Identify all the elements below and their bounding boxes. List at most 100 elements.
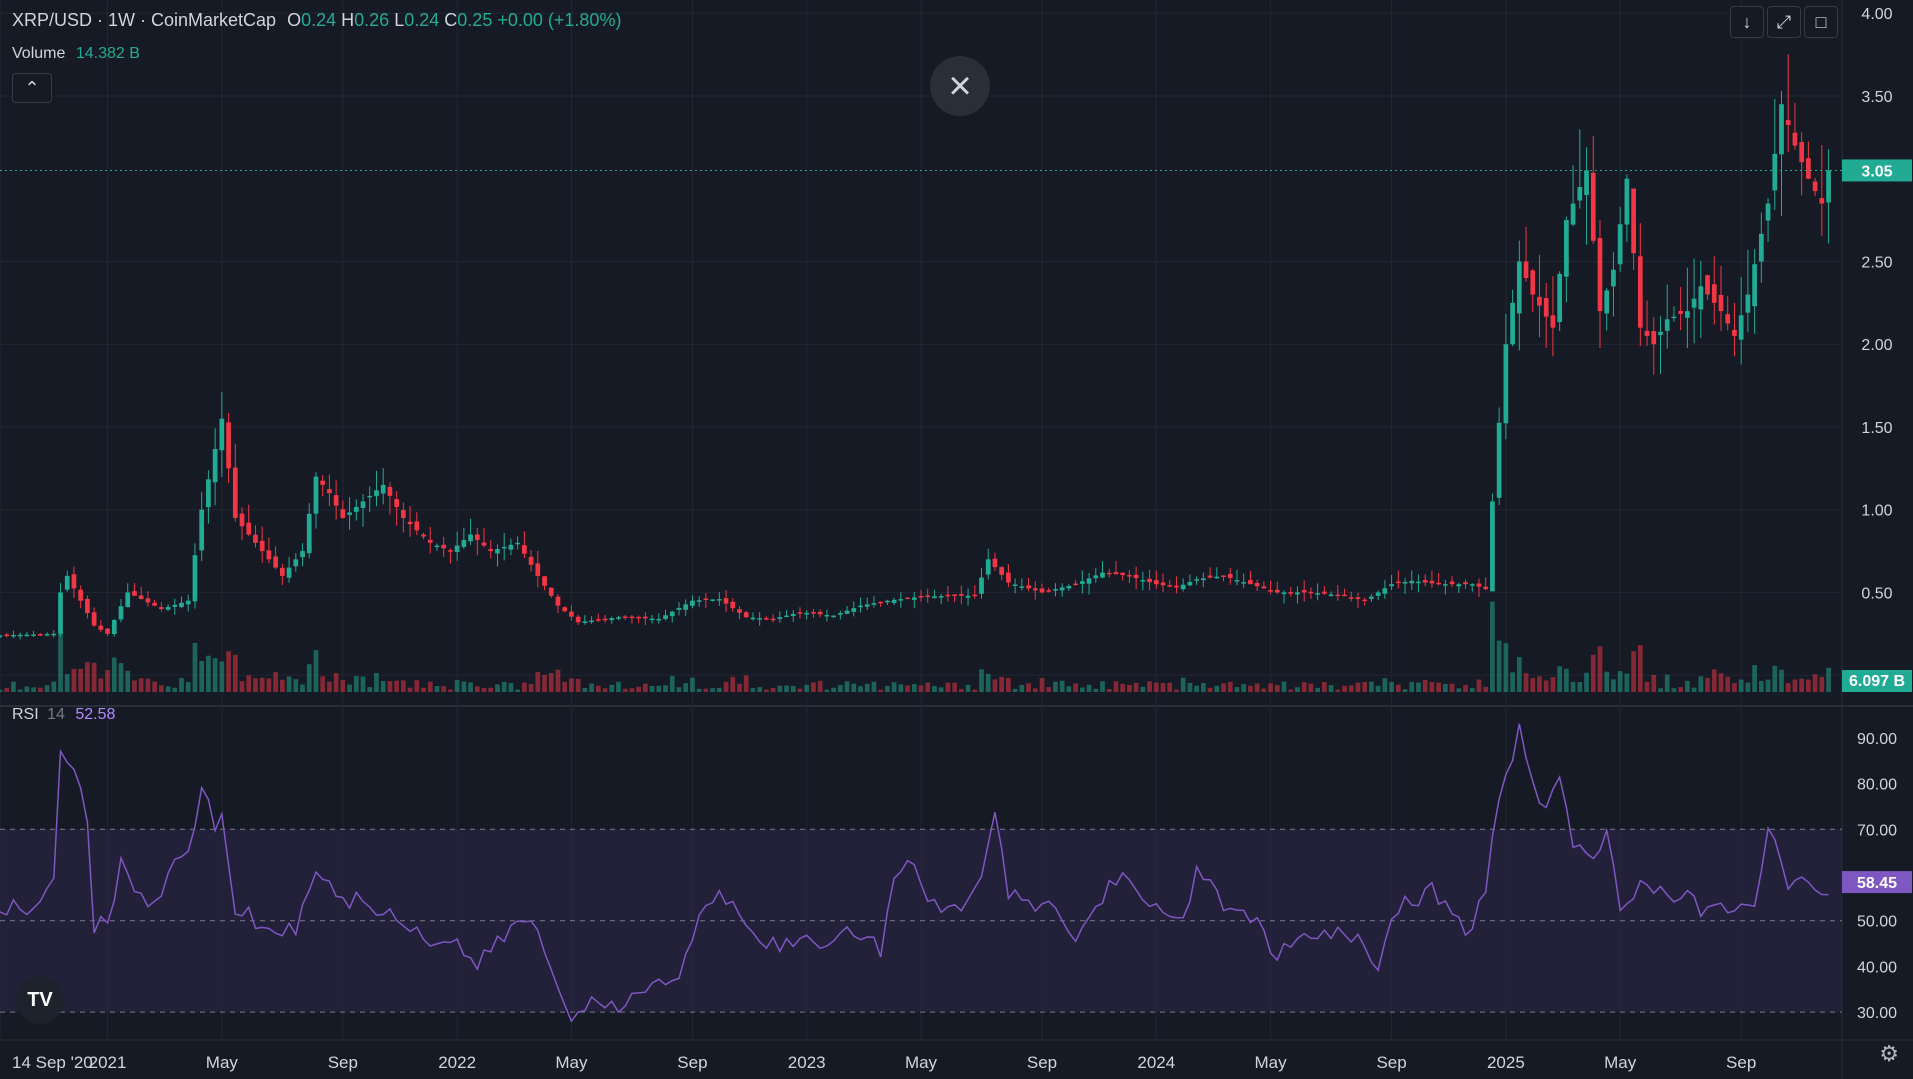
candle-body — [790, 613, 796, 616]
volume-bar — [1113, 681, 1119, 692]
volume-bar — [454, 679, 460, 692]
candle-body — [636, 616, 642, 619]
gear-icon[interactable]: ⚙ — [1879, 1041, 1899, 1067]
candle-body — [1200, 578, 1206, 581]
volume-bar — [1637, 645, 1643, 692]
volume-bar — [327, 681, 332, 692]
volume-bar — [24, 686, 30, 692]
volume-bar — [837, 684, 843, 692]
volume-bar — [609, 684, 615, 692]
volume-bar — [495, 684, 500, 692]
candle-body — [1046, 590, 1052, 592]
tradingview-logo-icon[interactable]: TV — [16, 976, 64, 1024]
close-icon: × — [948, 63, 972, 108]
volume-bar — [31, 687, 36, 692]
candle-body — [703, 598, 709, 601]
volume-bar — [1147, 681, 1152, 692]
volume-bar — [750, 688, 756, 692]
volume-bar — [1785, 683, 1791, 692]
volume-bar — [1550, 677, 1556, 692]
volume-bar — [1644, 681, 1650, 692]
volume-bar — [1120, 683, 1126, 692]
volume-bar — [232, 654, 238, 692]
candle-body — [1261, 586, 1267, 589]
volume-bar — [878, 689, 884, 692]
rsi-value-label: 58.45 — [1857, 875, 1897, 892]
candle-body — [1443, 584, 1448, 586]
volume-bar — [1469, 687, 1475, 692]
rsi-value: 52.58 — [75, 706, 116, 723]
volume-bar — [1295, 687, 1300, 692]
candle-body — [925, 595, 931, 598]
volume-bar — [387, 681, 393, 692]
candle-body — [569, 611, 574, 617]
candle-body — [723, 598, 729, 604]
candle-body — [1214, 576, 1220, 579]
volume-bar — [777, 685, 783, 692]
volume-bar — [1738, 679, 1744, 692]
close-button[interactable]: × — [930, 56, 990, 116]
candle-body — [192, 555, 198, 602]
candle-body — [589, 620, 594, 623]
candle-body — [522, 545, 527, 554]
candle-body — [111, 620, 117, 635]
candle-body — [871, 603, 877, 605]
candle-body — [1194, 579, 1199, 581]
collapse-button[interactable]: ⌃ — [12, 73, 52, 103]
volume-bar — [1516, 657, 1522, 692]
candle-body — [138, 595, 144, 600]
candle-body — [327, 489, 332, 494]
candle-body — [979, 577, 984, 594]
candle-body — [199, 509, 205, 551]
candle-body — [784, 615, 789, 618]
candle-body — [1059, 587, 1065, 591]
candle-body — [582, 621, 588, 623]
volume-bar — [528, 684, 534, 692]
volume-bar — [192, 642, 198, 692]
volume-bar — [764, 689, 769, 692]
volume-bar — [374, 673, 379, 692]
candle-body — [1752, 264, 1757, 307]
volume-bar — [1685, 680, 1690, 692]
candle-body — [616, 617, 621, 619]
volume-bar — [1557, 666, 1563, 692]
candle-body — [1227, 573, 1233, 578]
candle-body — [1658, 331, 1663, 336]
volume-bar — [784, 685, 789, 692]
volume-bar — [239, 681, 245, 692]
candle-body — [1127, 575, 1132, 577]
candle-body — [1637, 256, 1643, 328]
candle-body — [158, 607, 164, 609]
volume-bar — [1436, 682, 1441, 692]
volume-bar — [1248, 685, 1253, 692]
volume-bar — [1227, 681, 1233, 692]
volume-bar — [401, 680, 406, 692]
download-button[interactable]: ↓ — [1730, 6, 1764, 38]
x-tick-label: May — [1604, 1053, 1637, 1072]
volume-bar — [1032, 688, 1038, 692]
candle-body — [286, 567, 292, 578]
volume-bar — [1127, 685, 1132, 692]
candle-body — [1288, 592, 1294, 594]
candle-body — [595, 619, 601, 621]
symbol-title[interactable]: XRP/USD · 1W · CoinMarketCap — [12, 10, 276, 30]
volume-bar — [1241, 684, 1247, 692]
fullscreen-button[interactable]: □ — [1804, 6, 1838, 38]
expand-button[interactable]: ⤢ — [1767, 6, 1801, 38]
candle-body — [1100, 572, 1105, 578]
volume-bar — [790, 685, 796, 692]
volume-bar — [1301, 682, 1307, 692]
candle-body — [1617, 224, 1623, 265]
candle-body — [1422, 579, 1428, 583]
candle-body — [1268, 590, 1273, 592]
price-chart[interactable]: 14 Sep '202021 May Sep 2022 May Sep 2023 May Sep… — [0, 0, 1913, 1079]
candle-body — [1187, 581, 1193, 586]
volume-bar — [1342, 685, 1347, 692]
candle-body — [293, 559, 299, 567]
volume-bar — [1624, 673, 1630, 692]
candle-body — [427, 539, 433, 543]
volume-bar — [582, 687, 588, 692]
candle-body — [817, 611, 823, 615]
candle-body — [683, 604, 689, 610]
volume-bar — [132, 680, 137, 692]
